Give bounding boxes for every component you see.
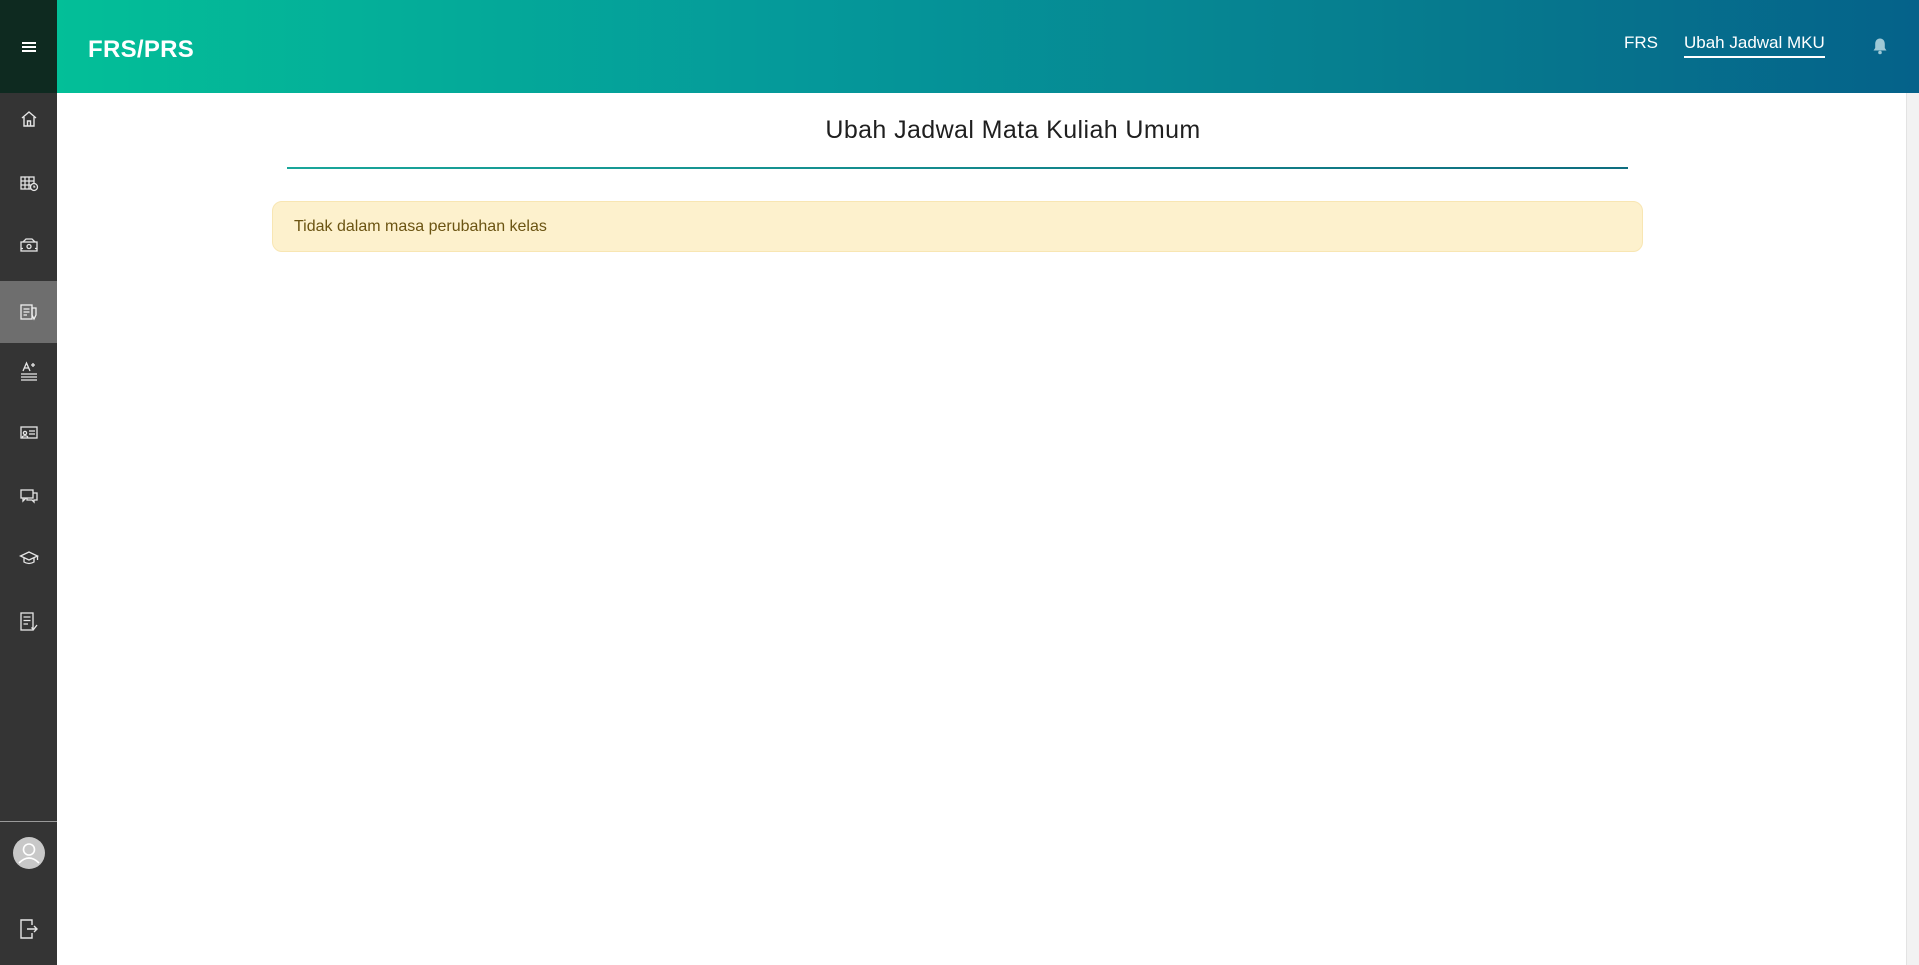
nav-link-frs[interactable]: FRS bbox=[1624, 33, 1658, 53]
presentation-icon bbox=[19, 426, 38, 439]
sidebar-item-checklist[interactable] bbox=[0, 591, 57, 653]
top-header: FRS/PRS FRS Ubah Jadwal MKU bbox=[57, 0, 1919, 93]
sidebar-item-home[interactable] bbox=[0, 88, 57, 150]
frs-document-icon bbox=[19, 304, 37, 321]
sidebar bbox=[0, 0, 57, 965]
grade-icon bbox=[20, 361, 37, 381]
main-content: Ubah Jadwal Mata Kuliah Umum Tidak dalam… bbox=[57, 93, 1906, 965]
notification-bell-icon[interactable] bbox=[1872, 37, 1888, 55]
app-title: FRS/PRS bbox=[88, 36, 195, 63]
nav-link-ubah-jadwal-mku[interactable]: Ubah Jadwal MKU bbox=[1684, 33, 1825, 58]
sidebar-item-frs[interactable] bbox=[0, 281, 57, 343]
sidebar-item-messages[interactable] bbox=[0, 464, 57, 526]
page-title: Ubah Jadwal Mata Kuliah Umum bbox=[825, 116, 1201, 144]
logout-icon bbox=[19, 919, 38, 939]
sidebar-item-logout[interactable] bbox=[0, 898, 57, 960]
info-alert: Tidak dalam masa perubahan kelas bbox=[272, 201, 1643, 252]
menu-toggle-button[interactable] bbox=[0, 0, 57, 93]
graduation-icon bbox=[18, 551, 39, 565]
payment-icon bbox=[19, 238, 38, 252]
sidebar-item-profile[interactable] bbox=[0, 822, 57, 884]
hamburger-icon bbox=[21, 41, 36, 52]
sidebar-item-grade[interactable] bbox=[0, 340, 57, 402]
home-icon bbox=[21, 111, 36, 127]
sidebar-item-payment[interactable] bbox=[0, 214, 57, 276]
title-divider bbox=[287, 167, 1628, 169]
sidebar-item-graduation[interactable] bbox=[0, 527, 57, 589]
sidebar-item-presentation[interactable] bbox=[0, 402, 57, 464]
messages-icon bbox=[19, 489, 38, 504]
scrollbar[interactable] bbox=[1906, 93, 1919, 965]
alert-message: Tidak dalam masa perubahan kelas bbox=[294, 217, 547, 235]
schedule-icon bbox=[19, 176, 38, 192]
user-avatar-icon bbox=[12, 837, 45, 869]
sidebar-item-schedule[interactable] bbox=[0, 152, 57, 214]
checklist-icon bbox=[19, 612, 38, 631]
